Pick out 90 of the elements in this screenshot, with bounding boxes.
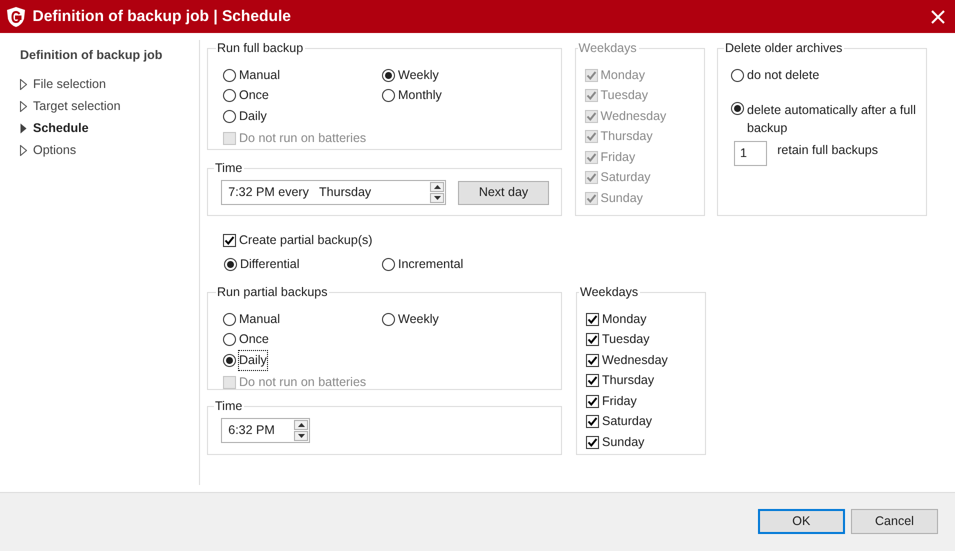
checkbox-label[interactable]: Tuesday: [602, 330, 650, 350]
radio-button[interactable]: [223, 354, 236, 367]
down-arrow-icon: [434, 196, 440, 200]
checkmark-icon: [586, 70, 596, 81]
option-label[interactable]: Weekly: [398, 310, 439, 329]
triangle-icon: [20, 123, 27, 134]
checkbox-label[interactable]: Create partial backup(s): [239, 230, 372, 250]
checkbox[interactable]: [586, 354, 599, 367]
option-label[interactable]: Once: [239, 330, 269, 350]
radio-button[interactable]: [224, 258, 237, 272]
checkmark-icon: [586, 172, 596, 184]
checkbox[interactable]: [586, 333, 599, 346]
group-title: Run partial backups: [216, 285, 328, 299]
checkbox-label[interactable]: Saturday: [602, 412, 652, 432]
checkmark-icon: [586, 110, 596, 122]
checkbox-label[interactable]: Friday: [602, 392, 637, 411]
checkbox[interactable]: [586, 394, 599, 408]
checkbox-label[interactable]: Sunday: [602, 432, 644, 452]
dialog-button[interactable]: OK: [758, 509, 845, 534]
up-arrow-icon: [434, 185, 440, 189]
checkmark-icon: [587, 314, 598, 325]
group-title: Weekdays: [579, 285, 640, 299]
checkbox[interactable]: [586, 436, 599, 449]
checkmark-icon: [586, 90, 596, 102]
sidebar-heading: Definition of backup job: [20, 47, 164, 64]
checkmark-icon: [587, 334, 598, 346]
radio-button[interactable]: [223, 68, 236, 82]
spin-down-button[interactable]: [294, 431, 308, 441]
radio-button[interactable]: [382, 89, 395, 102]
sidebar-item[interactable]: Schedule: [20, 118, 199, 140]
checkbox-label[interactable]: Thursday: [602, 371, 654, 390]
group-title: Time: [214, 399, 244, 413]
sidebar-item[interactable]: Target selection: [20, 96, 199, 118]
option-label[interactable]: Weekly: [398, 66, 439, 85]
option-label[interactable]: Daily: [239, 106, 267, 126]
radio-button[interactable]: [731, 68, 744, 82]
radio-button[interactable]: [223, 110, 236, 123]
radio-button[interactable]: [223, 333, 236, 346]
radio-button[interactable]: [382, 68, 395, 82]
checkmark-icon: [586, 192, 596, 204]
up-arrow-icon: [298, 423, 304, 427]
close-icon: [930, 10, 945, 24]
checkbox[interactable]: [586, 312, 599, 326]
next-day-button[interactable]: Next day: [458, 180, 549, 204]
radio-button[interactable]: [223, 312, 236, 326]
retain-label: retain full backups: [777, 142, 878, 160]
checkmark-icon: [587, 416, 598, 428]
group-title: Run full backup: [216, 41, 304, 55]
radio-button[interactable]: [382, 312, 395, 326]
option-label[interactable]: Daily: [239, 350, 267, 370]
sidebar-item[interactable]: Options: [20, 140, 199, 162]
group-title: Weekdays: [578, 41, 638, 55]
spin-up-button[interactable]: [430, 182, 444, 192]
option-label[interactable]: Differential: [240, 255, 300, 274]
option-label[interactable]: do not delete: [747, 66, 820, 85]
group-title: Delete older archives: [724, 41, 844, 55]
checkbox[interactable]: [586, 374, 599, 388]
triangle-icon: [20, 145, 27, 156]
spin-up-button[interactable]: [294, 420, 308, 430]
radio-button[interactable]: [731, 102, 744, 114]
option-label[interactable]: Incremental: [398, 255, 464, 274]
checkmark-icon: [586, 131, 596, 142]
triangle-icon: [20, 79, 27, 90]
checkbox-label[interactable]: Wednesday: [602, 350, 668, 370]
radio-button[interactable]: [382, 258, 395, 272]
down-arrow-icon: [298, 434, 304, 438]
checkmark-icon: [586, 152, 596, 163]
time-field[interactable]: 6:32 PM: [221, 418, 310, 443]
dialog-button[interactable]: Cancel: [851, 509, 938, 534]
sidebar-item[interactable]: File selection: [20, 74, 199, 96]
checkmark-icon: [587, 354, 598, 366]
retain-count-field[interactable]: 1: [734, 141, 767, 166]
triangle-icon: [20, 101, 27, 112]
checkmark-icon: [587, 436, 598, 448]
option-label[interactable]: Once: [239, 86, 269, 106]
option-label[interactable]: Manual: [239, 310, 280, 329]
time-field[interactable]: 7:32 PM every Thursday: [221, 180, 446, 205]
checkbox-label[interactable]: Monday: [602, 310, 646, 329]
shield-logo-icon: [6, 6, 26, 28]
checkmark-icon: [224, 234, 235, 246]
checkbox[interactable]: [223, 234, 236, 247]
radio-button[interactable]: [223, 89, 236, 102]
window-title: Definition of backup job | Schedule: [32, 6, 292, 27]
option-label[interactable]: Monthly: [398, 86, 442, 106]
checkmark-icon: [587, 375, 598, 386]
option-label[interactable]: Manual: [239, 66, 280, 85]
spin-down-button[interactable]: [430, 193, 444, 203]
group-title: Time: [214, 161, 244, 175]
checkmark-icon: [587, 396, 598, 407]
checkbox[interactable]: [586, 415, 599, 428]
